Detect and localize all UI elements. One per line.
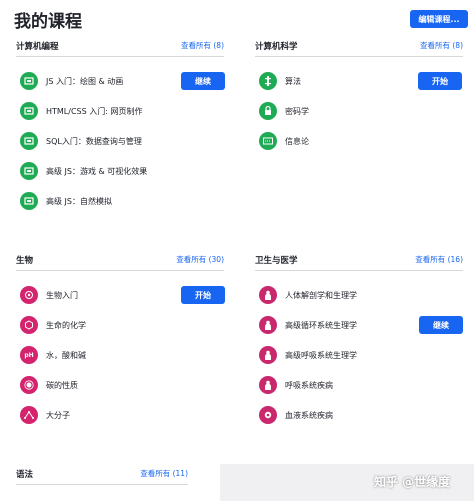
section-cs-programming: 计算机编程 查看所有 (8) JS 入门：绘图 & 动画 继续 HTML/CSS…	[16, 40, 225, 215]
course-label: HTML/CSS 入门: 网页制作	[46, 107, 143, 116]
start-button[interactable]: 开始	[181, 286, 225, 304]
course-item[interactable]: HTML/CSS 入门: 网页制作	[16, 102, 224, 122]
signal-icon	[259, 132, 277, 150]
course-item[interactable]: 密码学	[255, 102, 463, 122]
course-item[interactable]: 信息论	[255, 132, 463, 152]
divider	[16, 484, 188, 485]
code-icon	[20, 162, 38, 180]
start-button[interactable]: 开始	[418, 72, 462, 90]
course-item[interactable]: 高级呼吸系统生理学	[255, 346, 463, 366]
lungs-disease-icon	[259, 376, 277, 394]
course-item[interactable]: 大分子	[16, 406, 224, 426]
course-item[interactable]: 生物入门 开始	[16, 286, 225, 306]
carbon-icon	[20, 376, 38, 394]
course-label: 高级呼吸系统生理学	[285, 351, 357, 360]
heart-icon	[259, 316, 277, 334]
watermark: 知乎 @世缘度	[374, 475, 451, 489]
view-all-link[interactable]: 查看所有 (8)	[181, 40, 224, 51]
view-all-link[interactable]: 查看所有 (8)	[420, 40, 463, 51]
course-item[interactable]: 生命的化学	[16, 316, 224, 336]
section-title: 生物	[16, 256, 34, 266]
divider	[255, 56, 463, 57]
course-label: 生物入门	[46, 291, 78, 300]
algorithm-icon	[259, 72, 277, 90]
course-item[interactable]: 算法 开始	[255, 72, 463, 92]
course-item[interactable]: SQL入门：数据查询与管理	[16, 132, 224, 152]
ph-icon: pH	[20, 346, 38, 364]
course-item[interactable]: 高级 JS：游戏 & 可视化效果	[16, 162, 224, 182]
divider	[16, 56, 224, 57]
section-grammar: 语法 查看所有 (11)	[16, 468, 188, 498]
course-item[interactable]: 高级 JS：自然模拟	[16, 192, 224, 212]
course-label: 水，酸和碱	[46, 351, 86, 360]
course-item[interactable]: 呼吸系统疾病	[255, 376, 463, 396]
code-icon	[20, 132, 38, 150]
macromolecule-icon	[20, 406, 38, 424]
course-item[interactable]: 血液系统疾病	[255, 406, 463, 426]
section-biology: 生物 查看所有 (30) 生物入门 开始 生命的化学 pH 水，酸和碱 碳的性质…	[16, 254, 225, 429]
view-all-link[interactable]: 查看所有 (30)	[176, 254, 224, 265]
course-label: 高级 JS：自然模拟	[46, 197, 112, 206]
body-icon	[259, 286, 277, 304]
course-label: 密码学	[285, 107, 309, 116]
view-all-link[interactable]: 查看所有 (16)	[415, 254, 463, 265]
section-health: 卫生与医学 查看所有 (16) 人体解剖学和生理学 高级循环系统生理学 继续 高…	[255, 254, 463, 429]
course-label: 生命的化学	[46, 321, 86, 330]
lungs-icon	[259, 346, 277, 364]
divider	[255, 270, 463, 271]
course-label: 大分子	[46, 411, 70, 420]
code-icon	[20, 192, 38, 210]
course-item[interactable]: 碳的性质	[16, 376, 224, 396]
course-item[interactable]: pH 水，酸和碱	[16, 346, 224, 366]
molecule-icon	[20, 316, 38, 334]
course-label: 算法	[285, 77, 301, 86]
section-title: 计算机科学	[255, 42, 298, 52]
course-label: 碳的性质	[46, 381, 78, 390]
course-label: 人体解剖学和生理学	[285, 291, 357, 300]
course-label: 高级 JS：游戏 & 可视化效果	[46, 167, 148, 176]
cell-icon	[20, 286, 38, 304]
blood-icon	[259, 406, 277, 424]
section-cs-science: 计算机科学 查看所有 (8) 算法 开始 密码学 信息论	[255, 40, 463, 160]
view-all-link[interactable]: 查看所有 (11)	[140, 468, 188, 479]
continue-button[interactable]: 继续	[181, 72, 225, 90]
course-label: 血液系统疾病	[285, 411, 333, 420]
section-title: 计算机编程	[16, 42, 59, 52]
course-label: 高级循环系统生理学	[285, 321, 357, 330]
course-item[interactable]: 高级循环系统生理学 继续	[255, 316, 463, 336]
ph-badge: pH	[24, 351, 34, 359]
course-item[interactable]: 人体解剖学和生理学	[255, 286, 463, 306]
continue-button[interactable]: 继续	[419, 316, 463, 334]
course-label: JS 入门：绘图 & 动画	[46, 77, 124, 86]
section-title: 卫生与医学	[255, 256, 298, 266]
course-label: 呼吸系统疾病	[285, 381, 333, 390]
page-title: 我的课程	[14, 12, 82, 32]
course-label: SQL入门：数据查询与管理	[46, 137, 142, 146]
section-title: 语法	[16, 470, 34, 480]
course-label: 信息论	[285, 137, 309, 146]
code-icon	[20, 102, 38, 120]
code-icon	[20, 72, 38, 90]
lock-icon	[259, 102, 277, 120]
divider	[16, 270, 224, 271]
course-item[interactable]: JS 入门：绘图 & 动画 继续	[16, 72, 225, 92]
edit-courses-button[interactable]: 编辑课程...	[410, 10, 468, 28]
